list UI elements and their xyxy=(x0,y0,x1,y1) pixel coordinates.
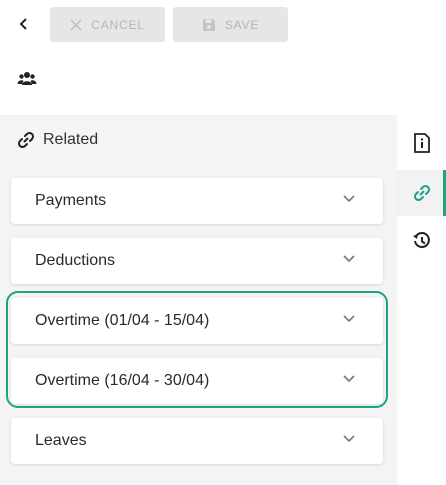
related-item-payments[interactable]: Payments xyxy=(11,178,383,224)
related-item-label: Deductions xyxy=(35,252,116,269)
toolbar: CANCEL SAVE xyxy=(0,0,446,50)
info-tab[interactable] xyxy=(397,120,446,166)
link-icon xyxy=(17,131,35,149)
save-label: SAVE xyxy=(224,17,260,32)
users-icon xyxy=(17,70,37,90)
info-icon xyxy=(413,133,430,153)
chevron-down-icon[interactable] xyxy=(343,435,355,443)
related-item-overtime-2[interactable]: Overtime (16/04 - 30/04) xyxy=(11,358,383,404)
related-item-label: Overtime (16/04 - 30/04) xyxy=(35,372,210,389)
close-icon xyxy=(70,18,82,31)
history-tab[interactable] xyxy=(397,218,446,264)
related-tab[interactable] xyxy=(397,170,446,216)
side-rail xyxy=(397,115,446,485)
related-item-deductions[interactable]: Deductions xyxy=(11,238,383,284)
related-item-label: Payments xyxy=(35,192,107,209)
floppy-disk-icon xyxy=(202,18,215,31)
cancel-label: CANCEL xyxy=(91,17,145,32)
related-item-label: Leaves xyxy=(35,432,87,449)
related-item-overtime-1[interactable]: Overtime (01/04 - 15/04) xyxy=(11,298,383,344)
history-icon xyxy=(412,232,430,248)
back-button[interactable] xyxy=(10,10,38,38)
chevron-down-icon[interactable] xyxy=(343,255,355,263)
chevron-down-icon[interactable] xyxy=(343,375,355,383)
chevron-down-icon[interactable] xyxy=(343,195,355,203)
cancel-button[interactable]: CANCEL xyxy=(50,7,165,42)
related-header-label: Related xyxy=(43,131,99,148)
save-button[interactable]: SAVE xyxy=(173,7,288,42)
link-icon xyxy=(413,184,430,202)
chevron-down-icon[interactable] xyxy=(343,315,355,323)
related-item-leaves[interactable]: Leaves xyxy=(11,418,383,464)
chevron-left-icon xyxy=(19,18,27,30)
related-item-label: Overtime (01/04 - 15/04) xyxy=(35,312,210,329)
related-section-header: Related xyxy=(0,115,397,165)
